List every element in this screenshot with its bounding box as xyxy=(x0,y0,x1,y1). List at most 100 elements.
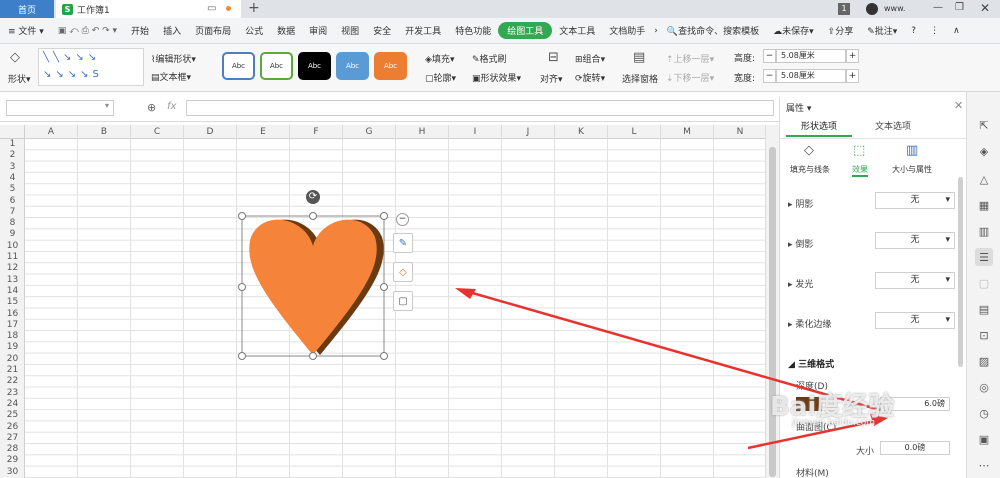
vertical-scrollbar[interactable] xyxy=(765,125,779,478)
column-header[interactable]: G xyxy=(343,125,396,139)
row-header[interactable]: 4 xyxy=(0,173,25,184)
more-menu-icon[interactable]: › xyxy=(652,26,660,36)
menu-data[interactable]: 数据 xyxy=(270,24,302,37)
shape-gallery[interactable]: ╲╲↘↘↘ ↘↘↘↘S xyxy=(38,48,144,86)
panel-title[interactable]: 属性 ▾ xyxy=(786,101,811,114)
column-header[interactable]: E xyxy=(237,125,290,139)
new-tab-button[interactable]: + xyxy=(248,0,260,16)
format-brush-button[interactable]: ✎格式刷 xyxy=(472,52,507,65)
column-header[interactable]: A xyxy=(25,125,78,139)
row-header[interactable]: 12 xyxy=(0,263,25,274)
menu-insert[interactable]: 插入 xyxy=(156,24,188,37)
column-header[interactable]: F xyxy=(290,125,343,139)
column-header[interactable]: K xyxy=(555,125,608,139)
grid-icon[interactable]: ▦ xyxy=(975,196,993,214)
subtab-fill-line[interactable]: 填充与线条 xyxy=(790,164,830,175)
shape-style-5[interactable]: Abc xyxy=(374,52,407,80)
menu-view[interactable]: 视图 xyxy=(334,24,366,37)
close-button[interactable]: ✕ xyxy=(980,1,990,15)
row-header[interactable]: 21 xyxy=(0,365,25,376)
collapse-tools-icon[interactable]: − xyxy=(396,213,409,226)
row-header[interactable]: 27 xyxy=(0,433,25,444)
resize-handle-b[interactable] xyxy=(309,352,317,360)
select-pane-button[interactable]: 选择窗格 xyxy=(622,72,658,85)
soft-edge-select[interactable]: 无 ▾ xyxy=(875,312,955,329)
edit-shape-button[interactable]: ⌇编辑形状▾ xyxy=(151,52,196,65)
menu-doc-assistant[interactable]: 文档助手 xyxy=(602,24,652,37)
menu-start[interactable]: 开始 xyxy=(124,24,156,37)
window-icon[interactable]: ▭ xyxy=(207,3,216,14)
quick-access-icons[interactable]: ▣ ⤺ ⎙ ↶ ↷ ▾ xyxy=(51,26,124,36)
row-header[interactable]: 7 xyxy=(0,207,25,218)
fx-icon[interactable]: fx xyxy=(167,101,176,112)
panel-close-icon[interactable]: ✕ xyxy=(954,99,963,112)
more-icon[interactable]: ⋮ xyxy=(923,26,946,36)
resize-handle-bl[interactable] xyxy=(238,352,246,360)
book-icon[interactable]: ▣ xyxy=(975,430,993,448)
fill-bucket-icon[interactable]: ◇ xyxy=(393,262,413,282)
row-header[interactable]: 29 xyxy=(0,455,25,466)
panel-scroll-thumb[interactable] xyxy=(958,177,963,367)
comment-button[interactable]: ✎批注▾ xyxy=(860,24,904,37)
glow-select[interactable]: 无 ▾ xyxy=(875,272,955,289)
resize-handle-l[interactable] xyxy=(238,283,246,291)
shape-icon[interactable]: ◇ xyxy=(10,50,20,65)
contour-size-field[interactable]: 0.0磅 xyxy=(880,441,950,455)
resize-handle-tl[interactable] xyxy=(238,212,246,220)
menu-review[interactable]: 审阅 xyxy=(302,24,334,37)
fill-icon[interactable]: △ xyxy=(975,170,993,188)
outline-button[interactable]: ▢轮廓▾ xyxy=(425,71,456,84)
subtab-size-prop[interactable]: 大小与属性 xyxy=(892,164,932,175)
scroll-thumb[interactable] xyxy=(769,147,776,477)
help-icon[interactable]: ? xyxy=(904,26,923,36)
column-header[interactable]: M xyxy=(661,125,714,139)
row-header[interactable]: 16 xyxy=(0,309,25,320)
column-header[interactable]: J xyxy=(502,125,555,139)
tab-home[interactable]: 首页 xyxy=(0,0,54,18)
row-header[interactable]: 2 xyxy=(0,150,25,161)
shadow-row[interactable]: ▸ 阴影 xyxy=(788,197,813,210)
row-header[interactable]: 19 xyxy=(0,342,25,353)
glow-row[interactable]: ▸ 发光 xyxy=(788,277,813,290)
chart-icon[interactable]: ▥ xyxy=(975,222,993,240)
row-header[interactable]: 6 xyxy=(0,196,25,207)
select-all-corner[interactable] xyxy=(0,125,25,139)
row-header[interactable]: 18 xyxy=(0,331,25,342)
compass-icon[interactable]: ◎ xyxy=(975,378,993,396)
properties-icon[interactable]: ☰ xyxy=(975,248,993,266)
maximize-button[interactable]: ❐ xyxy=(955,2,964,13)
row-header[interactable]: 13 xyxy=(0,275,25,286)
row-header[interactable]: 9 xyxy=(0,229,25,240)
row-header[interactable]: 24 xyxy=(0,399,25,410)
heart-shape[interactable] xyxy=(240,207,390,362)
column-header[interactable]: I xyxy=(449,125,502,139)
shape-style-3[interactable]: Abc xyxy=(298,52,331,80)
height-decrease-button[interactable]: − xyxy=(763,49,776,63)
shape-effect-button[interactable]: ▣形状效果▾ xyxy=(472,71,521,84)
textbox-button[interactable]: ▤文本框▾ xyxy=(151,70,191,83)
row-header[interactable]: 11 xyxy=(0,252,25,263)
shape-style-2[interactable]: Abc xyxy=(260,52,293,80)
height-field[interactable]: 5.08厘米 xyxy=(776,49,846,63)
menu-formula[interactable]: 公式 xyxy=(238,24,270,37)
history-icon[interactable]: ◷ xyxy=(975,404,993,422)
tab-text-options[interactable]: 文本选项 xyxy=(860,117,926,137)
backup-icon[interactable]: ▤ xyxy=(975,300,993,318)
collapse-icon[interactable]: ∧ xyxy=(946,26,967,36)
row-header[interactable]: 22 xyxy=(0,376,25,387)
edit-pen-icon[interactable]: ✎ xyxy=(393,233,413,253)
row-header[interactable]: 5 xyxy=(0,184,25,195)
column-header[interactable]: N xyxy=(714,125,767,139)
zoom-icon[interactable]: ⊕ xyxy=(147,101,156,114)
column-header[interactable]: C xyxy=(131,125,184,139)
fill-button[interactable]: ◈填充▾ xyxy=(425,52,454,65)
column-header[interactable]: B xyxy=(78,125,131,139)
avatar[interactable] xyxy=(866,3,878,15)
shadow-select[interactable]: 无 ▾ xyxy=(875,192,955,209)
width-increase-button[interactable]: + xyxy=(846,69,859,83)
image-icon[interactable]: ▨ xyxy=(975,352,993,370)
align-button[interactable]: 对齐▾ xyxy=(540,72,563,85)
layers-icon[interactable]: ▢ xyxy=(975,274,993,292)
width-decrease-button[interactable]: − xyxy=(763,69,776,83)
rotate-handle-icon[interactable]: ⟳ xyxy=(306,190,320,204)
